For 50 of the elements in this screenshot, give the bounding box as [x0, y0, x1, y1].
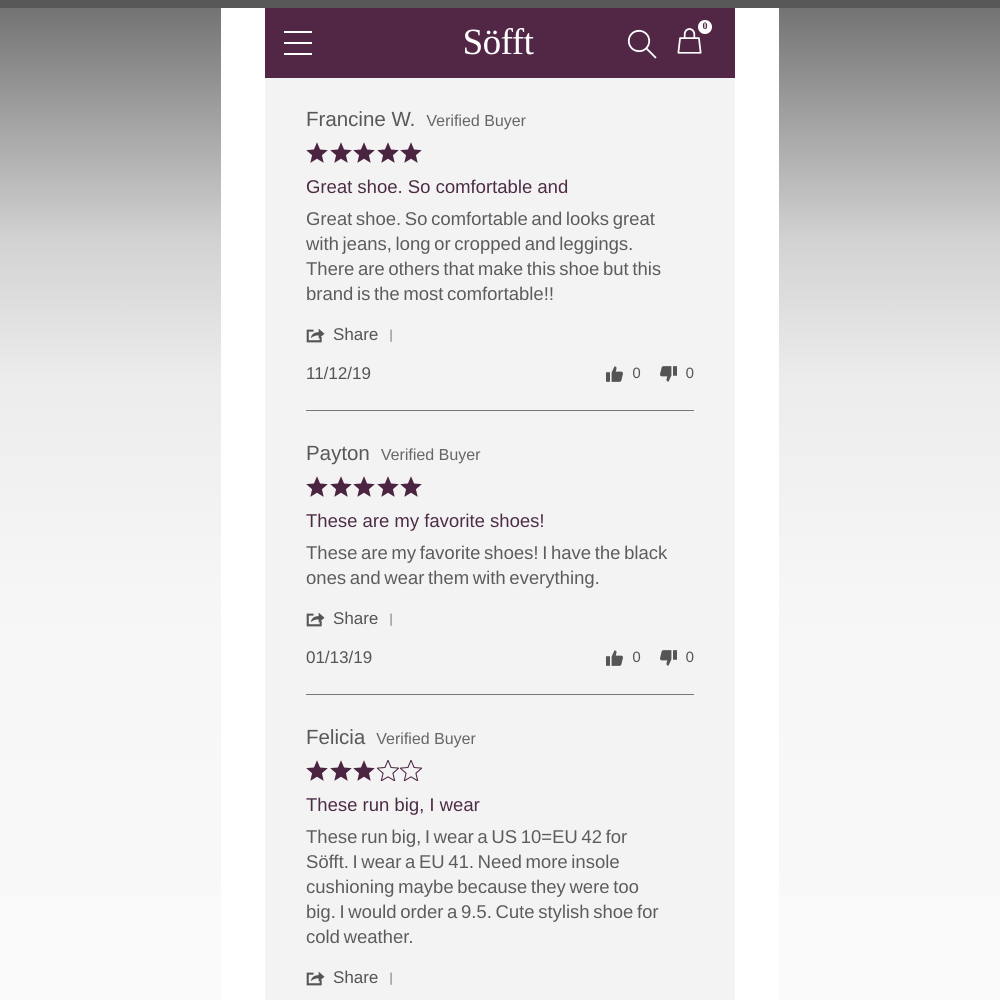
share-button[interactable]: Share: [306, 323, 378, 347]
reviewer-name: Felicia: [306, 726, 366, 750]
filled-star-icon: [330, 476, 352, 496]
share-separator: |: [389, 326, 393, 344]
review-text: Great shoe. So comfortable and looks great with jeans, long or cropped and leggings. There are others that make this shoe but this brand is the most comfortable!!: [306, 207, 662, 306]
brand-logo[interactable]: Söfft: [462, 21, 534, 65]
thumbs-down-icon: [660, 650, 677, 666]
reviewer-name: Payton: [306, 442, 370, 466]
verified-buyer-label: Verified Buyer: [380, 446, 480, 466]
filled-star-icon: [353, 476, 376, 496]
share-icon: [306, 611, 325, 627]
filled-star-icon: [306, 142, 328, 162]
filled-star-icon: [330, 142, 352, 162]
cart-count-badge: 0: [698, 20, 712, 34]
helpful-vote-button[interactable]: 0: [606, 364, 641, 384]
search-icon[interactable]: [627, 29, 657, 59]
unhelpful-vote-button[interactable]: 0: [660, 648, 694, 668]
shopping-bag-icon[interactable]: [677, 26, 702, 54]
share-separator: |: [389, 610, 393, 628]
review-date: 11/12/19: [306, 363, 371, 385]
filled-star-icon: [306, 476, 328, 496]
share-button[interactable]: Share: [306, 966, 378, 990]
filled-star-icon: [330, 760, 352, 780]
review-date: 01/13/19: [306, 647, 372, 669]
unhelpful-vote-button[interactable]: 0: [660, 364, 694, 384]
filled-star-icon: [400, 142, 422, 162]
filled-star-icon: [353, 142, 376, 162]
review-title: These run big, I wear: [306, 793, 480, 817]
review-text: These are my favorite shoes! I have the black ones and wear them with everything.: [306, 541, 668, 590]
reviewer-name: Francine W.: [306, 108, 416, 132]
share-separator: |: [389, 969, 393, 987]
share-icon: [306, 970, 325, 986]
verified-buyer-label: Verified Buyer: [376, 730, 476, 750]
thumbs-up-icon: [606, 366, 624, 382]
filled-star-icon: [376, 476, 399, 496]
share-button[interactable]: Share: [306, 607, 378, 631]
review-title: These are my favorite shoes!: [306, 509, 545, 533]
filled-star-icon: [306, 760, 328, 780]
thumbs-up-icon: [606, 650, 624, 666]
review-text: These run big, I wear a US 10=EU 42 for Söfft. I wear a EU 41. Need more insole cushioning maybe because they were too big. I would order a 9.5. Cute stylish shoe for cold weather.: [306, 825, 660, 949]
review-title: Great shoe. So comfortable and: [306, 175, 568, 199]
share-icon: [306, 327, 325, 343]
menu-icon[interactable]: [284, 31, 312, 55]
helpful-vote-button[interactable]: 0: [606, 648, 641, 668]
filled-star-icon: [376, 142, 399, 162]
empty-star-icon: [400, 760, 422, 780]
filled-star-icon: [400, 476, 422, 496]
verified-buyer-label: Verified Buyer: [426, 112, 526, 132]
thumbs-down-icon: [660, 366, 677, 382]
filled-star-icon: [353, 760, 376, 780]
